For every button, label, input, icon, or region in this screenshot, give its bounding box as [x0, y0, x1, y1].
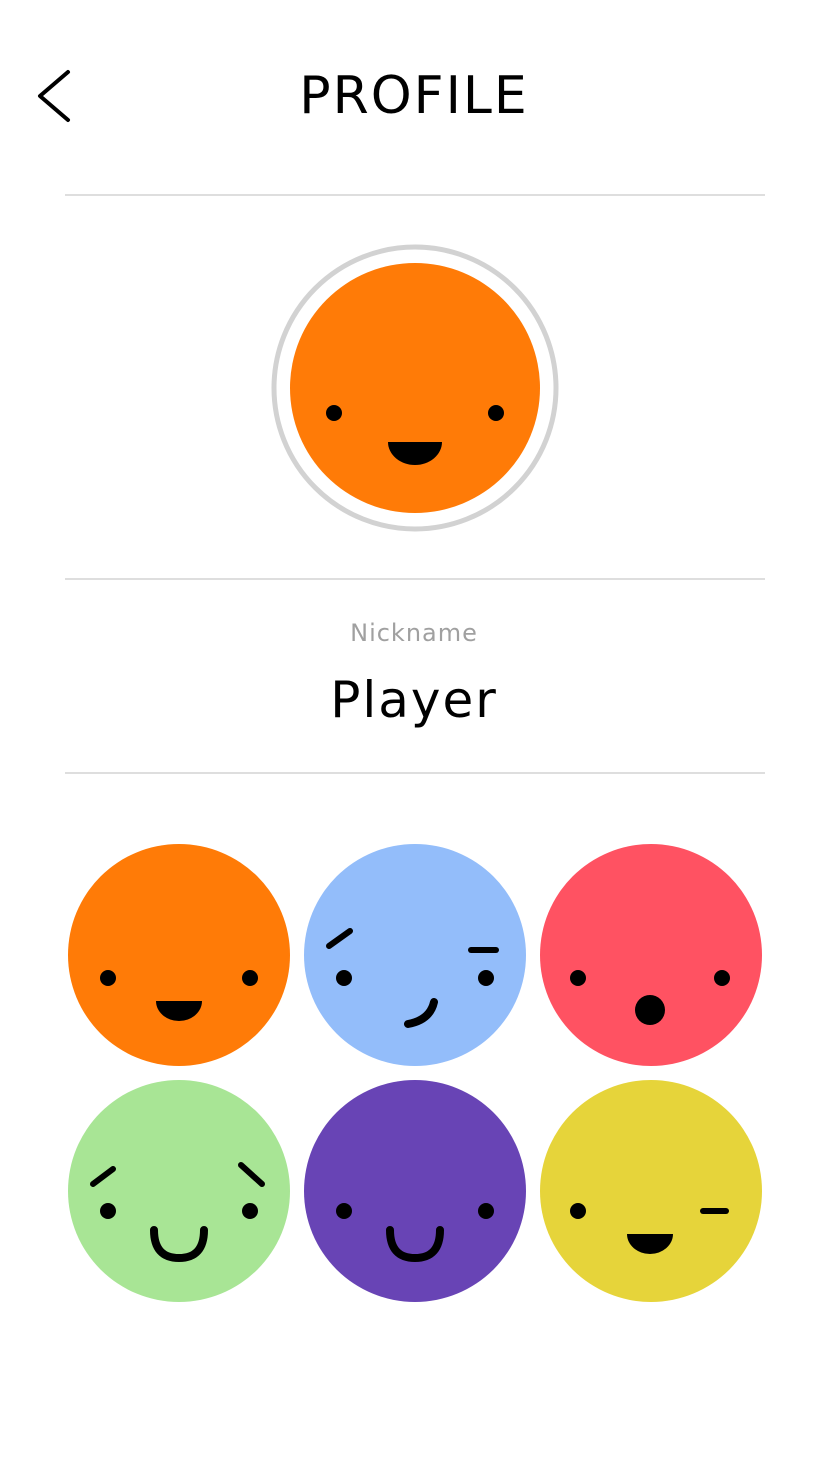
smile-face-icon [68, 844, 290, 1066]
happy-brows-face-icon [68, 1080, 290, 1302]
smirk-face-icon [304, 844, 526, 1066]
avatar-option-blue[interactable] [304, 844, 526, 1066]
avatar-options-grid [68, 844, 762, 1302]
divider-bottom [65, 772, 765, 774]
avatar-option-yellow[interactable] [540, 1080, 762, 1302]
grin-face-icon [304, 1080, 526, 1302]
current-avatar[interactable] [271, 244, 559, 532]
avatar-option-green[interactable] [68, 1080, 290, 1302]
nickname-field[interactable]: Player [0, 668, 828, 732]
wink-face-icon [540, 1080, 762, 1302]
divider-top [65, 194, 765, 196]
avatar-option-purple[interactable] [304, 1080, 526, 1302]
divider-middle [65, 578, 765, 580]
avatar-option-orange[interactable] [68, 844, 290, 1066]
avatar-smile-face-icon [271, 244, 559, 532]
nickname-label: Nickname [350, 619, 478, 647]
page-title: PROFILE [299, 66, 529, 126]
surprised-face-icon [540, 844, 762, 1066]
avatar-option-red[interactable] [540, 844, 762, 1066]
